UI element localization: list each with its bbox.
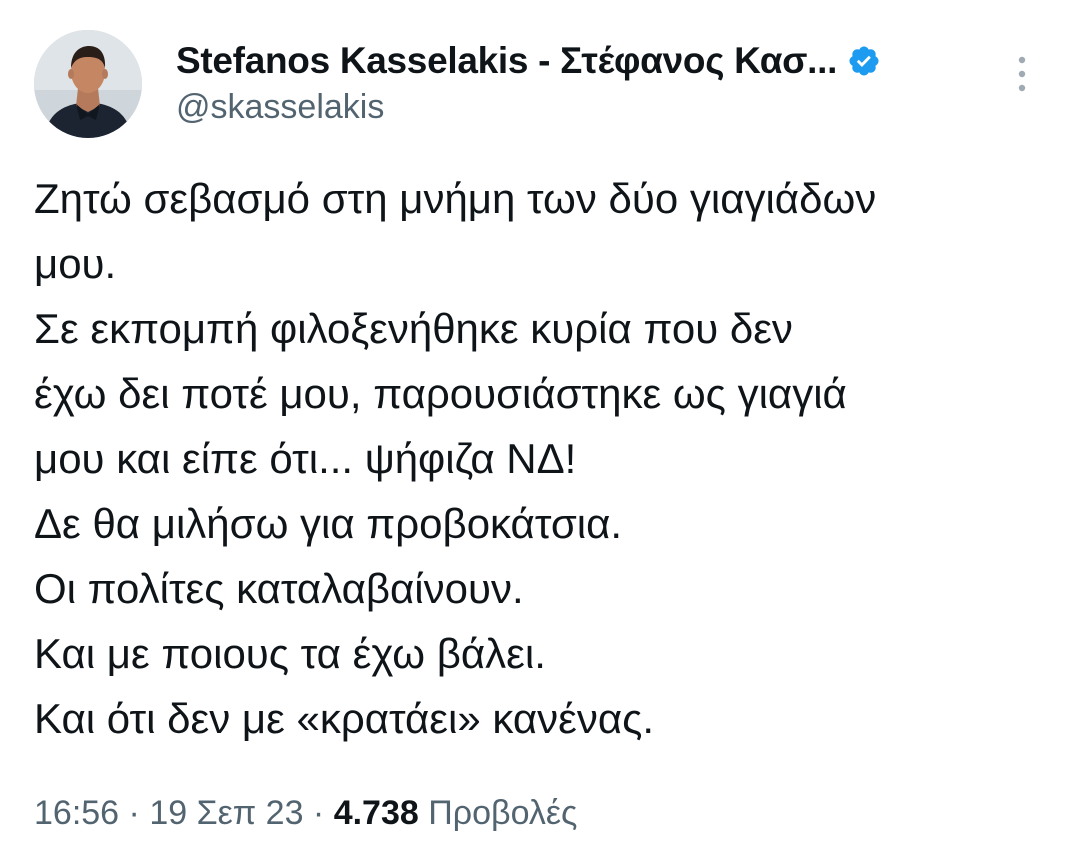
tweet-text-line: Ζητώ σεβασμό στη μνήμη των δύο γιαγιάδων bbox=[34, 175, 877, 222]
meta-separator: · bbox=[303, 794, 334, 832]
avatar-photo bbox=[34, 30, 142, 138]
tweet-date[interactable]: 19 Σεπ 23 bbox=[149, 794, 303, 832]
tweet-text-line: μου. bbox=[34, 240, 117, 287]
meta-separator: · bbox=[119, 794, 150, 832]
views-count[interactable]: 4.738 bbox=[334, 794, 419, 832]
tweet-card: Stefanos Kasselakis - Στέφανος Κασ... @s… bbox=[0, 0, 1080, 846]
tweet-text-line: Και ότι δεν με «κρατάει» κανένας. bbox=[34, 695, 655, 742]
tweet-time[interactable]: 16:56 bbox=[34, 794, 119, 832]
tweet-meta: 16:56 · 19 Σεπ 23 · 4.738 Προβολές bbox=[34, 794, 577, 833]
tweet-text-line: Και με ποιους τα έχω βάλει. bbox=[34, 630, 546, 677]
tweet-text: Ζητώ σεβασμό στη μνήμη των δύο γιαγιάδων… bbox=[34, 166, 1054, 751]
verified-badge-icon bbox=[847, 44, 881, 78]
tweet-text-line: Οι πολίτες καταλαβαίνουν. bbox=[34, 565, 524, 612]
tweet-text-line: Δε θα μιλήσω για προβοκάτσια. bbox=[34, 500, 623, 547]
tweet-text-line: έχω δει ποτέ μου, παρουσιάστηκε ως γιαγι… bbox=[34, 370, 847, 417]
avatar[interactable] bbox=[34, 30, 142, 138]
views-label[interactable]: Προβολές bbox=[428, 794, 577, 832]
tweet-text-line: Σε εκπομπή φιλοξενήθηκε κυρία που δεν bbox=[34, 305, 793, 352]
author-display-name[interactable]: Stefanos Kasselakis - Στέφανος Κασ... bbox=[176, 40, 837, 82]
author-name-row[interactable]: Stefanos Kasselakis - Στέφανος Κασ... bbox=[176, 40, 881, 82]
more-vertical-icon[interactable] bbox=[1010, 52, 1034, 96]
author-handle[interactable]: @skasselakis bbox=[176, 88, 384, 127]
tweet-text-line: μου και είπε ότι... ψήφιζα ΝΔ! bbox=[34, 435, 577, 482]
